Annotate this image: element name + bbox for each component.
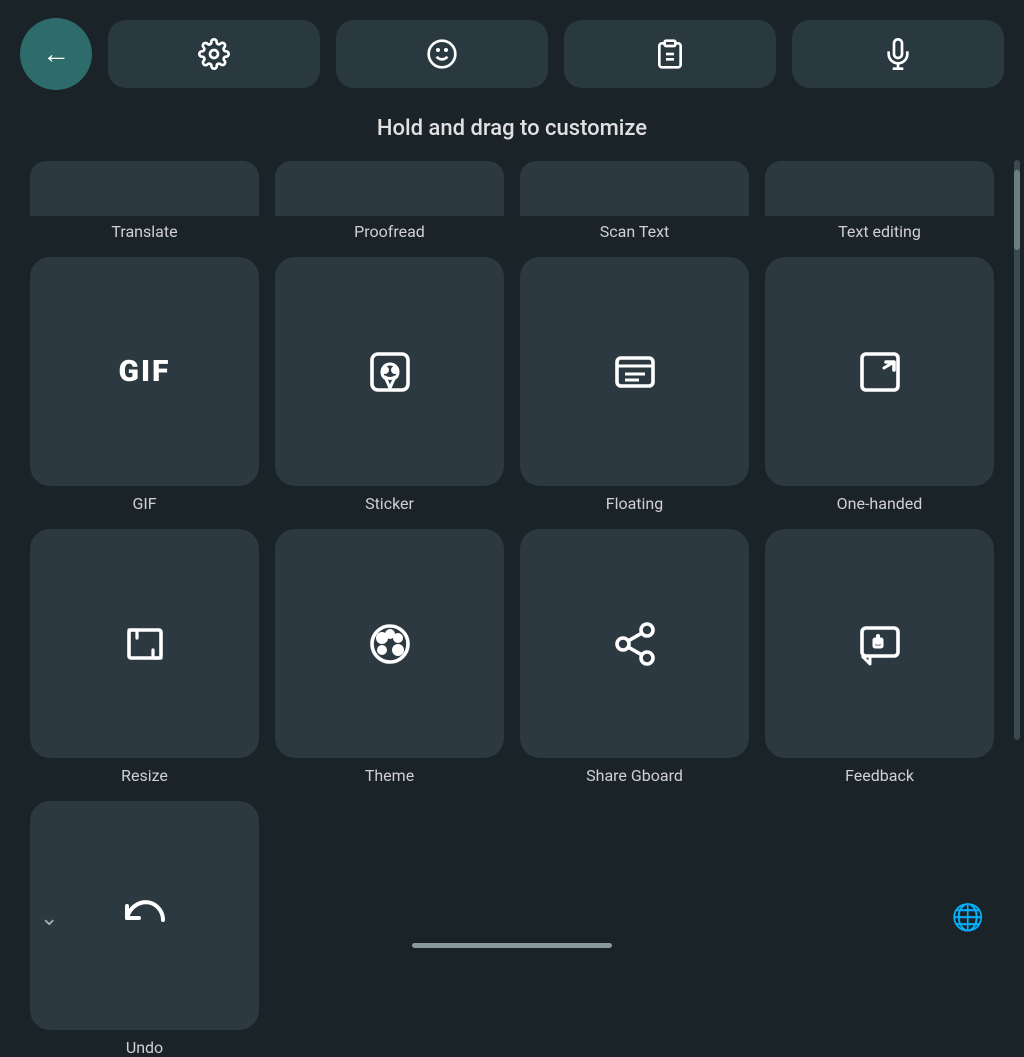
feedback-box <box>765 529 994 758</box>
top-partial-row: Translate Proofread Scan Text Text editi… <box>30 161 994 241</box>
floating-box <box>520 257 749 486</box>
floating-label: Floating <box>606 494 664 513</box>
one-handed-icon <box>856 348 904 396</box>
share-gboard-box <box>520 529 749 758</box>
grid-item-share-gboard[interactable]: Share Gboard <box>520 529 749 785</box>
feedback-label: Feedback <box>845 766 914 785</box>
proofread-box <box>275 161 504 216</box>
grid-item-resize[interactable]: Resize <box>30 529 259 785</box>
grid-item-translate[interactable]: Translate <box>30 161 259 241</box>
bottom-line <box>412 943 612 948</box>
chevron-down-icon[interactable]: ⌄ <box>40 906 58 931</box>
back-button[interactable]: ← <box>20 18 92 90</box>
grid-item-one-handed[interactable]: One-handed <box>765 257 994 513</box>
feedback-icon <box>856 620 904 668</box>
grid-item-text-editing[interactable]: Text editing <box>765 161 994 241</box>
theme-icon <box>366 620 414 668</box>
floating-icon <box>611 348 659 396</box>
row-2: Resize Theme <box>30 529 994 785</box>
translate-box <box>30 161 259 216</box>
grid-item-sticker[interactable]: Sticker <box>275 257 504 513</box>
clipboard-button[interactable] <box>564 20 776 88</box>
grid-item-gif[interactable]: GIF GIF <box>30 257 259 513</box>
one-handed-box <box>765 257 994 486</box>
top-bar: ← <box>0 0 1024 108</box>
one-handed-label: One-handed <box>837 494 923 513</box>
scrollbar[interactable] <box>1014 160 1020 740</box>
scan-text-label: Scan Text <box>600 222 670 241</box>
row-1: GIF GIF Sticker <box>30 257 994 513</box>
gif-box: GIF <box>30 257 259 486</box>
scan-text-box <box>520 161 749 216</box>
emoji-button[interactable] <box>336 20 548 88</box>
resize-icon <box>121 620 169 668</box>
grid-item-floating[interactable]: Floating <box>520 257 749 513</box>
sticker-label: Sticker <box>365 494 414 513</box>
resize-label: Resize <box>121 766 168 785</box>
text-editing-label: Text editing <box>838 222 921 241</box>
theme-label: Theme <box>365 766 414 785</box>
translate-label: Translate <box>111 222 177 241</box>
mic-button[interactable] <box>792 20 1004 88</box>
grid-item-scan-text[interactable]: Scan Text <box>520 161 749 241</box>
globe-icon[interactable]: 🌐 <box>952 903 984 933</box>
sticker-icon <box>366 348 414 396</box>
gif-icon: GIF <box>119 354 171 389</box>
grid-item-proofread[interactable]: Proofread <box>275 161 504 241</box>
page-title: Hold and drag to customize <box>0 108 1024 161</box>
undo-label: Undo <box>126 1038 163 1057</box>
text-editing-box <box>765 161 994 216</box>
gif-label: GIF <box>132 494 156 513</box>
settings-button[interactable] <box>108 20 320 88</box>
bottom-bar: ⌄ 🌐 <box>0 883 1024 963</box>
grid-item-feedback[interactable]: Feedback <box>765 529 994 785</box>
resize-box <box>30 529 259 758</box>
sticker-box <box>275 257 504 486</box>
theme-box <box>275 529 504 758</box>
scrollbar-thumb[interactable] <box>1014 170 1020 250</box>
share-gboard-label: Share Gboard <box>586 766 683 785</box>
grid-item-theme[interactable]: Theme <box>275 529 504 785</box>
proofread-label: Proofread <box>354 222 425 241</box>
share-icon <box>611 620 659 668</box>
